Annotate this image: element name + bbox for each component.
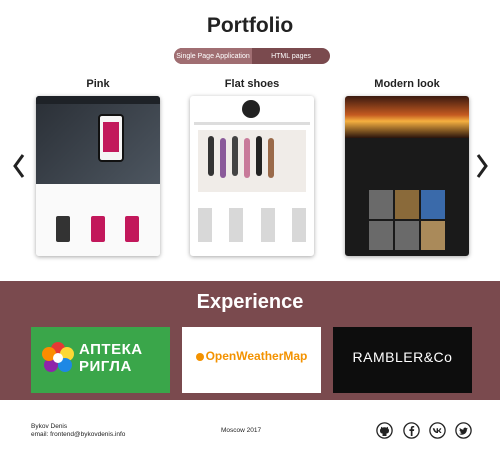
rigla-logo-text: АПТЕКА РИГЛА [79, 341, 143, 375]
portfolio-card-title: Modern look [374, 78, 440, 90]
footer-email: email: frontend@bykovdenis.info [31, 431, 126, 438]
portfolio-card-title: Pink [86, 78, 110, 90]
experience-section: Experience АПТЕКА РИГЛА OpenWeatherMap R… [0, 281, 500, 400]
portfolio-card-flat-shoes: Flat shoes [190, 77, 314, 256]
sun-icon [195, 352, 204, 361]
facebook-link[interactable] [403, 422, 420, 439]
facebook-icon [403, 422, 420, 439]
tab-single-page-application[interactable]: Single Page Application [174, 48, 252, 64]
footer-location: Moscow 2017 [221, 427, 262, 434]
chevron-right-icon [476, 154, 488, 178]
experience-title: Experience [196, 291, 304, 313]
twitter-link[interactable] [455, 422, 472, 439]
page-title: Portfolio [206, 14, 294, 37]
openweathermap-logo[interactable]: OpenWeatherMap [182, 327, 321, 393]
portfolio-thumbnail-flat-shoes[interactable] [190, 96, 314, 256]
portfolio-thumbnail-modern-look[interactable] [345, 96, 469, 256]
portfolio-thumbnail-pink[interactable] [36, 96, 160, 256]
portfolio-card-title: Flat shoes [224, 78, 280, 90]
vk-icon [429, 422, 446, 439]
openweathermap-logo-text: OpenWeatherMap [182, 349, 321, 363]
portfolio-tabs: Single Page Application HTML pages [174, 48, 330, 64]
portfolio-card-pink: Pink [36, 77, 160, 256]
rambler-logo-text: RAMBLER&Co [352, 349, 453, 365]
github-icon [376, 422, 393, 439]
rigla-logo[interactable]: АПТЕКА РИГЛА [31, 327, 170, 393]
footer-contact: Bykov Denis email: frontend@bykovdenis.i… [31, 423, 125, 439]
rambler-logo[interactable]: RAMBLER&Co [333, 327, 472, 393]
twitter-icon [455, 422, 472, 439]
chevron-left-icon [13, 154, 25, 178]
vk-link[interactable] [429, 422, 446, 439]
github-link[interactable] [376, 422, 393, 439]
tab-html-pages[interactable]: HTML pages [252, 48, 330, 64]
flower-icon [42, 342, 74, 372]
carousel-prev-button[interactable] [12, 153, 26, 179]
portfolio-card-modern-look: Modern look [345, 77, 469, 256]
carousel-next-button[interactable] [475, 153, 489, 179]
footer-name: Bykov Denis [31, 423, 68, 430]
